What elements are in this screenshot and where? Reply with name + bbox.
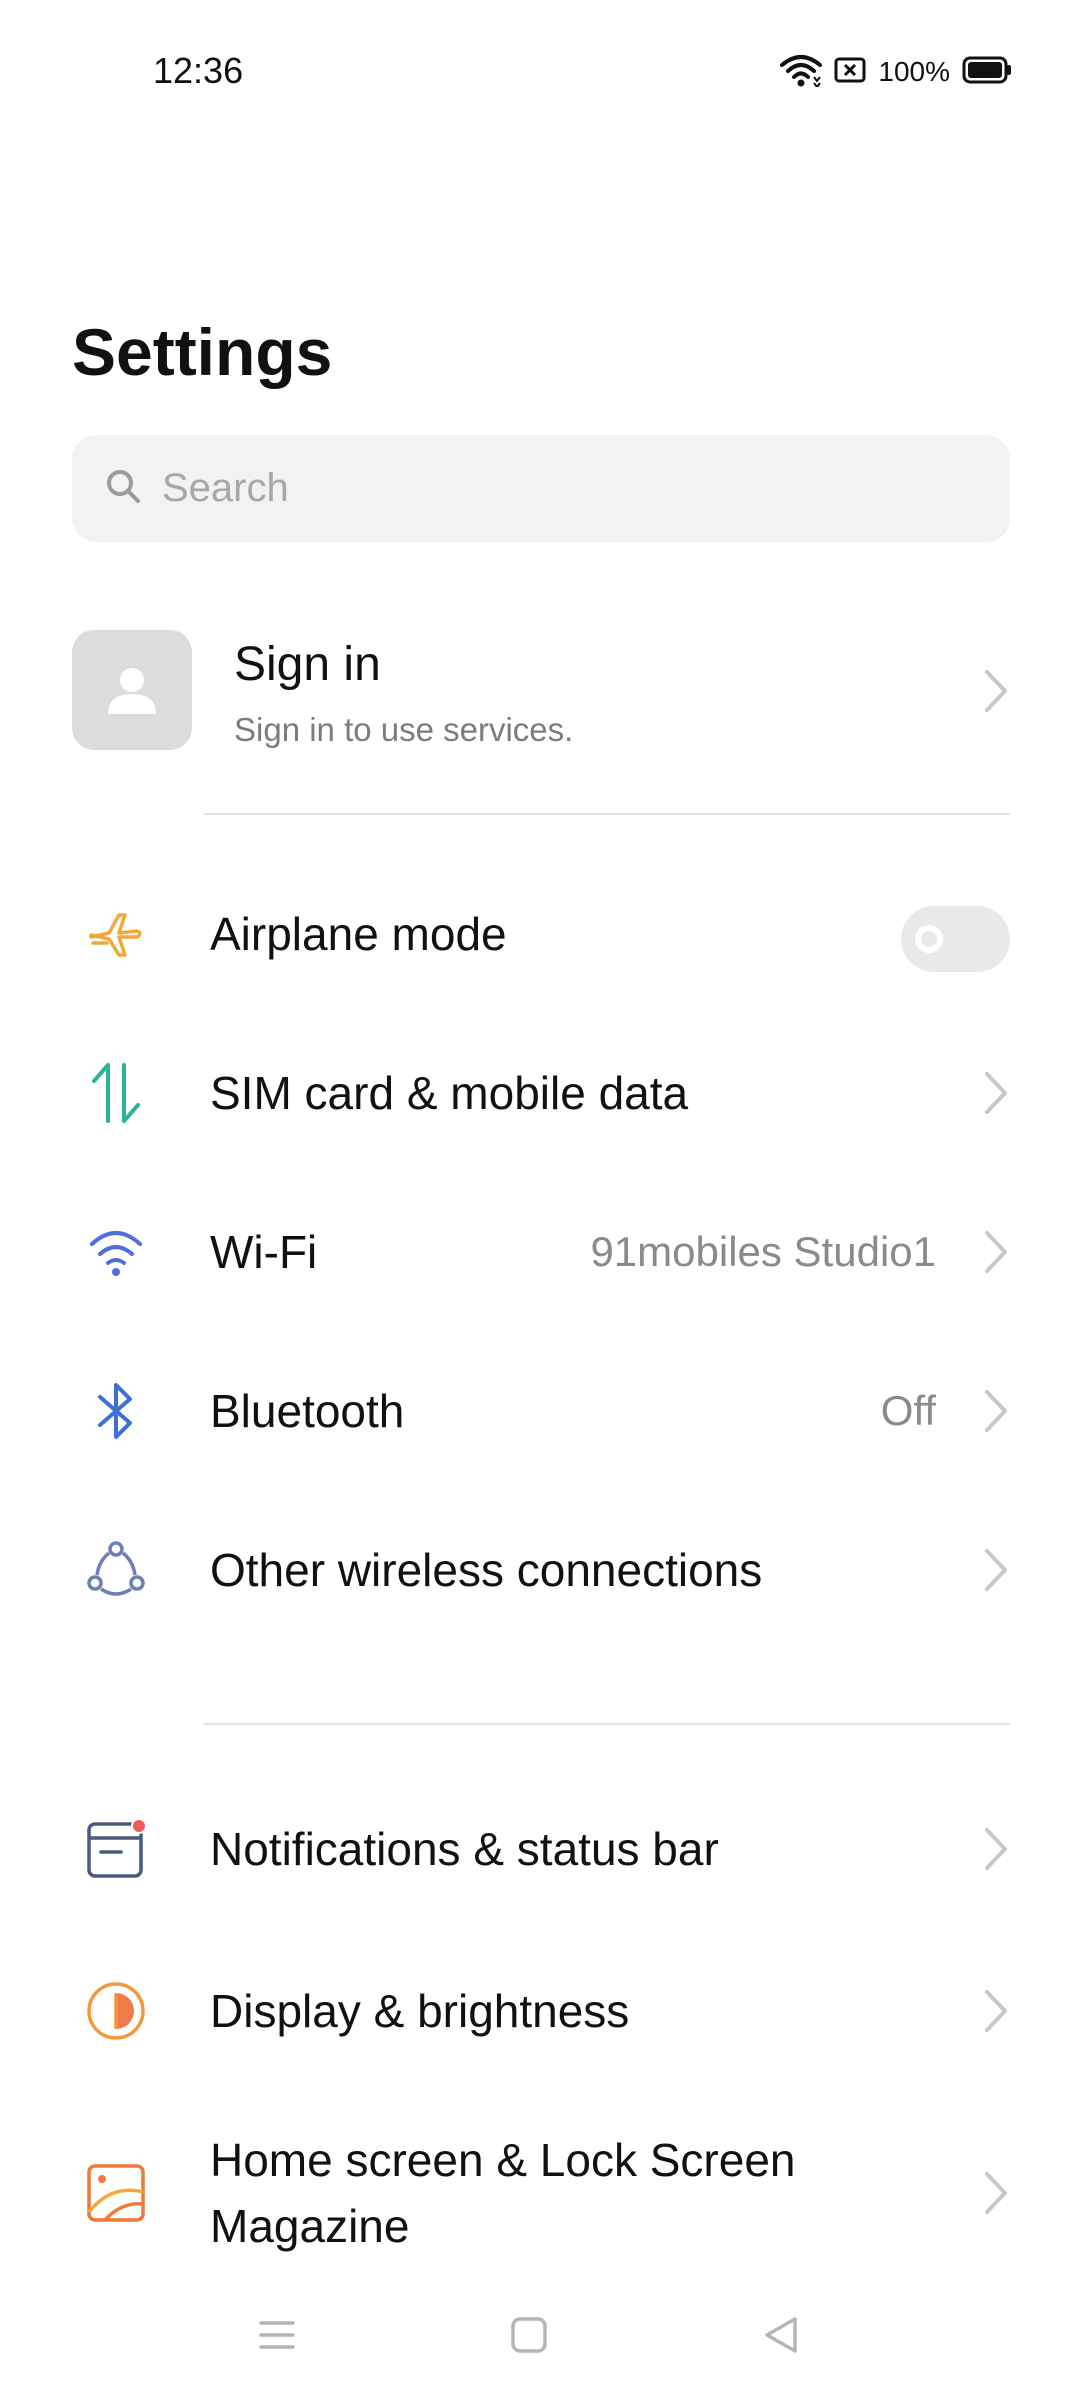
battery-percent: 100% — [878, 56, 950, 87]
wifi-label: Wi-Fi — [210, 1226, 318, 1278]
notifications-row[interactable]: Notifications & status bar — [0, 1774, 1080, 1924]
sign-in-subtitle: Sign in to use services. — [234, 711, 574, 748]
other-wireless-label: Other wireless connections — [210, 1544, 763, 1596]
toggle-knob — [915, 925, 943, 953]
wifi-icon — [780, 53, 823, 92]
home-screen-row[interactable]: Home screen & Lock Screen Magazine — [0, 2088, 1080, 2298]
airplane-mode-row[interactable]: Airplane mode — [0, 859, 1080, 1009]
display-label: Display & brightness — [210, 1985, 630, 2037]
navigation-bar — [0, 2290, 1080, 2380]
chevron-right-icon — [985, 670, 1007, 712]
status-time: 12:36 — [153, 50, 244, 91]
chevron-right-icon — [985, 1828, 1007, 1870]
wallpaper-icon — [84, 2161, 148, 2225]
status-icons: 100% — [780, 50, 1012, 94]
sign-in-row[interactable]: Sign in Sign in to use services. — [0, 615, 1080, 765]
avatar — [72, 630, 192, 750]
airplane-mode-toggle[interactable] — [901, 906, 1010, 972]
user-icon — [108, 668, 156, 714]
sign-in-title: Sign in — [234, 638, 381, 691]
chevron-right-icon — [985, 1072, 1007, 1114]
wifi-icon — [84, 1220, 148, 1284]
airplane-icon — [84, 902, 148, 966]
wifi-row[interactable]: Wi-Fi 91mobiles Studio1 — [0, 1177, 1080, 1327]
bluetooth-row[interactable]: Bluetooth Off — [0, 1336, 1080, 1486]
home-icon[interactable] — [504, 2310, 554, 2360]
screen-record-icon — [834, 56, 866, 89]
chevron-right-icon — [985, 1549, 1007, 1591]
display-row[interactable]: Display & brightness — [0, 1936, 1080, 2086]
mobile-data-icon — [84, 1061, 148, 1125]
wireless-connections-icon — [84, 1538, 148, 1602]
search-bar[interactable] — [72, 435, 1010, 542]
bluetooth-status: Off — [880, 1387, 936, 1434]
chevron-right-icon — [985, 1390, 1007, 1432]
divider — [204, 813, 1010, 815]
search-icon — [104, 467, 142, 510]
divider — [204, 1723, 1010, 1725]
bluetooth-label: Bluetooth — [210, 1385, 405, 1437]
settings-screen: 12:36 100% Settings Search Sign in Sign … — [0, 0, 1080, 2400]
search-input[interactable] — [162, 466, 962, 511]
page-title: Settings — [72, 315, 333, 389]
sim-card-row[interactable]: SIM card & mobile data — [0, 1018, 1080, 1168]
wifi-network-name: 91mobiles Studio1 — [590, 1228, 936, 1275]
notification-icon — [84, 1817, 148, 1881]
chevron-right-icon — [985, 1231, 1007, 1273]
sim-card-label: SIM card & mobile data — [210, 1067, 689, 1119]
status-bar: 12:36 100% — [0, 0, 1080, 145]
notifications-label: Notifications & status bar — [210, 1823, 719, 1875]
chevron-right-icon — [985, 1990, 1007, 2032]
menu-icon[interactable] — [252, 2310, 302, 2360]
back-icon[interactable] — [756, 2310, 806, 2360]
home-screen-label: Home screen & Lock Screen Magazine — [210, 2134, 796, 2252]
airplane-mode-label: Airplane mode — [210, 908, 507, 960]
other-wireless-row[interactable]: Other wireless connections — [0, 1495, 1080, 1645]
battery-icon — [962, 56, 1012, 89]
chevron-right-icon — [985, 2172, 1007, 2214]
bluetooth-icon — [84, 1379, 148, 1443]
brightness-icon — [84, 1979, 148, 2043]
